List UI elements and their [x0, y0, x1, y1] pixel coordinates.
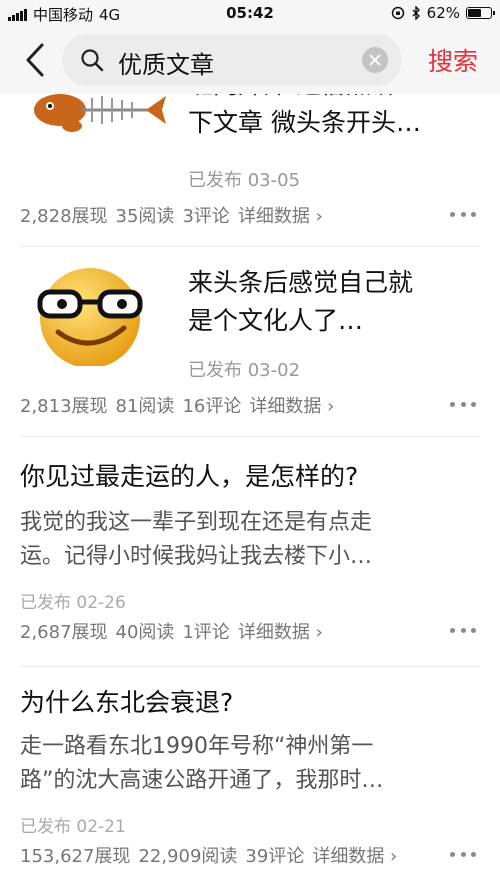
detail-data-link[interactable]: 详细数据 ›	[249, 392, 334, 418]
comments-count: 16评论	[182, 396, 242, 417]
more-icon[interactable]	[450, 209, 476, 219]
list-item[interactable]: 为什么东北会衰退? 走一路看东北1990年号称“神州第一 路”的沈大高速公路开通…	[0, 686, 500, 889]
battery-percent: 62%	[426, 4, 460, 22]
bluetooth-icon	[412, 6, 420, 20]
reads-count: 22,909阅读	[138, 846, 238, 867]
article-list: 班门弄斧 通俗点讲一 下文章 微头条开头… 已发布 03-05 2,828展现 …	[0, 94, 500, 889]
comments-count: 3评论	[182, 206, 230, 227]
article-excerpt[interactable]: 我觉的我这一辈子到现在还是有点走 运。记得小时候我妈让我去楼下小…	[20, 506, 482, 574]
reads-count: 81阅读	[115, 396, 175, 417]
reads-count: 40阅读	[115, 622, 175, 643]
more-icon[interactable]	[450, 625, 476, 635]
fish-skeleton-cat-image	[34, 94, 166, 132]
article-stats: 153,627展现 22,909阅读 39评论 详细数据 ›	[20, 842, 397, 868]
views-count: 2,813展现	[20, 396, 108, 417]
divider	[20, 246, 480, 247]
comments-count: 1评论	[182, 622, 230, 643]
list-item[interactable]: 你见过最走运的人，是怎样的? 我觉的我这一辈子到现在还是有点走 运。记得小时候我…	[0, 456, 500, 676]
reads-count: 35阅读	[115, 206, 175, 227]
views-count: 2,687展现	[20, 622, 108, 643]
detail-data-link[interactable]: 详细数据 ›	[312, 842, 397, 868]
excerpt-line: 走一路看东北1990年号称“神州第一	[20, 734, 374, 759]
detail-data-link[interactable]: 详细数据 ›	[238, 618, 323, 644]
article-stats: 2,828展现 35阅读 3评论 详细数据 ›	[20, 202, 323, 228]
title-line: 下文章 微头条开头…	[188, 108, 421, 137]
search-button[interactable]: 搜索	[428, 42, 478, 78]
more-icon[interactable]	[450, 849, 476, 859]
article-title[interactable]: 你见过最走运的人，是怎样的?	[20, 460, 358, 494]
publish-date: 已发布 02-21	[20, 817, 126, 837]
publish-date: 已发布 02-26	[20, 593, 126, 613]
status-right: 62%	[391, 4, 495, 22]
excerpt-line: 路”的沈大高速公路开通了，我那时…	[20, 768, 384, 793]
article-stats: 2,813展现 81阅读 16评论 详细数据 ›	[20, 392, 334, 418]
article-thumbnail[interactable]	[20, 266, 172, 368]
chevron-left-icon[interactable]	[22, 42, 50, 78]
divider	[20, 436, 480, 437]
glasses-smiley-face-image	[37, 268, 143, 368]
title-line: 班门弄斧 通俗点讲一	[188, 94, 421, 104]
search-header: 优质文章 搜索	[0, 26, 500, 94]
title-line: 来头条后感觉自己就	[188, 268, 414, 297]
list-item[interactable]: 来头条后感觉自己就 是个文化人了… 已发布 03-02 2,813展现 81阅读…	[0, 266, 500, 466]
article-excerpt[interactable]: 走一路看东北1990年号称“神州第一 路”的沈大高速公路开通了，我那时…	[20, 730, 482, 798]
battery-icon	[466, 7, 495, 19]
battery-fill	[468, 9, 481, 17]
article-thumbnail[interactable]	[20, 94, 172, 168]
excerpt-line: 我觉的我这一辈子到现在还是有点走	[20, 510, 373, 535]
clear-icon[interactable]	[362, 47, 388, 73]
article-stats: 2,687展现 40阅读 1评论 详细数据 ›	[20, 618, 323, 644]
comments-count: 39评论	[245, 846, 305, 867]
views-count: 2,828展现	[20, 206, 108, 227]
article-title[interactable]: 班门弄斧 通俗点讲一 下文章 微头条开头…	[188, 94, 421, 142]
search-icon	[81, 49, 104, 72]
status-bar: 中国移动 4G 05:42 62%	[0, 0, 500, 26]
divider	[20, 666, 480, 667]
article-title[interactable]: 为什么东北会衰退?	[20, 686, 233, 720]
detail-data-link[interactable]: 详细数据 ›	[238, 202, 323, 228]
views-count: 153,627展现	[20, 846, 131, 867]
orientation-lock-icon	[391, 6, 404, 20]
publish-date: 已发布 03-05	[188, 170, 301, 191]
search-input[interactable]: 优质文章	[62, 34, 402, 86]
excerpt-line: 运。记得小时候我妈让我去楼下小…	[20, 544, 373, 569]
more-icon[interactable]	[450, 399, 476, 409]
article-title[interactable]: 来头条后感觉自己就 是个文化人了…	[188, 264, 413, 340]
title-line: 是个文化人了…	[188, 306, 364, 335]
search-query[interactable]: 优质文章	[118, 45, 214, 80]
publish-date: 已发布 03-02	[188, 360, 301, 381]
